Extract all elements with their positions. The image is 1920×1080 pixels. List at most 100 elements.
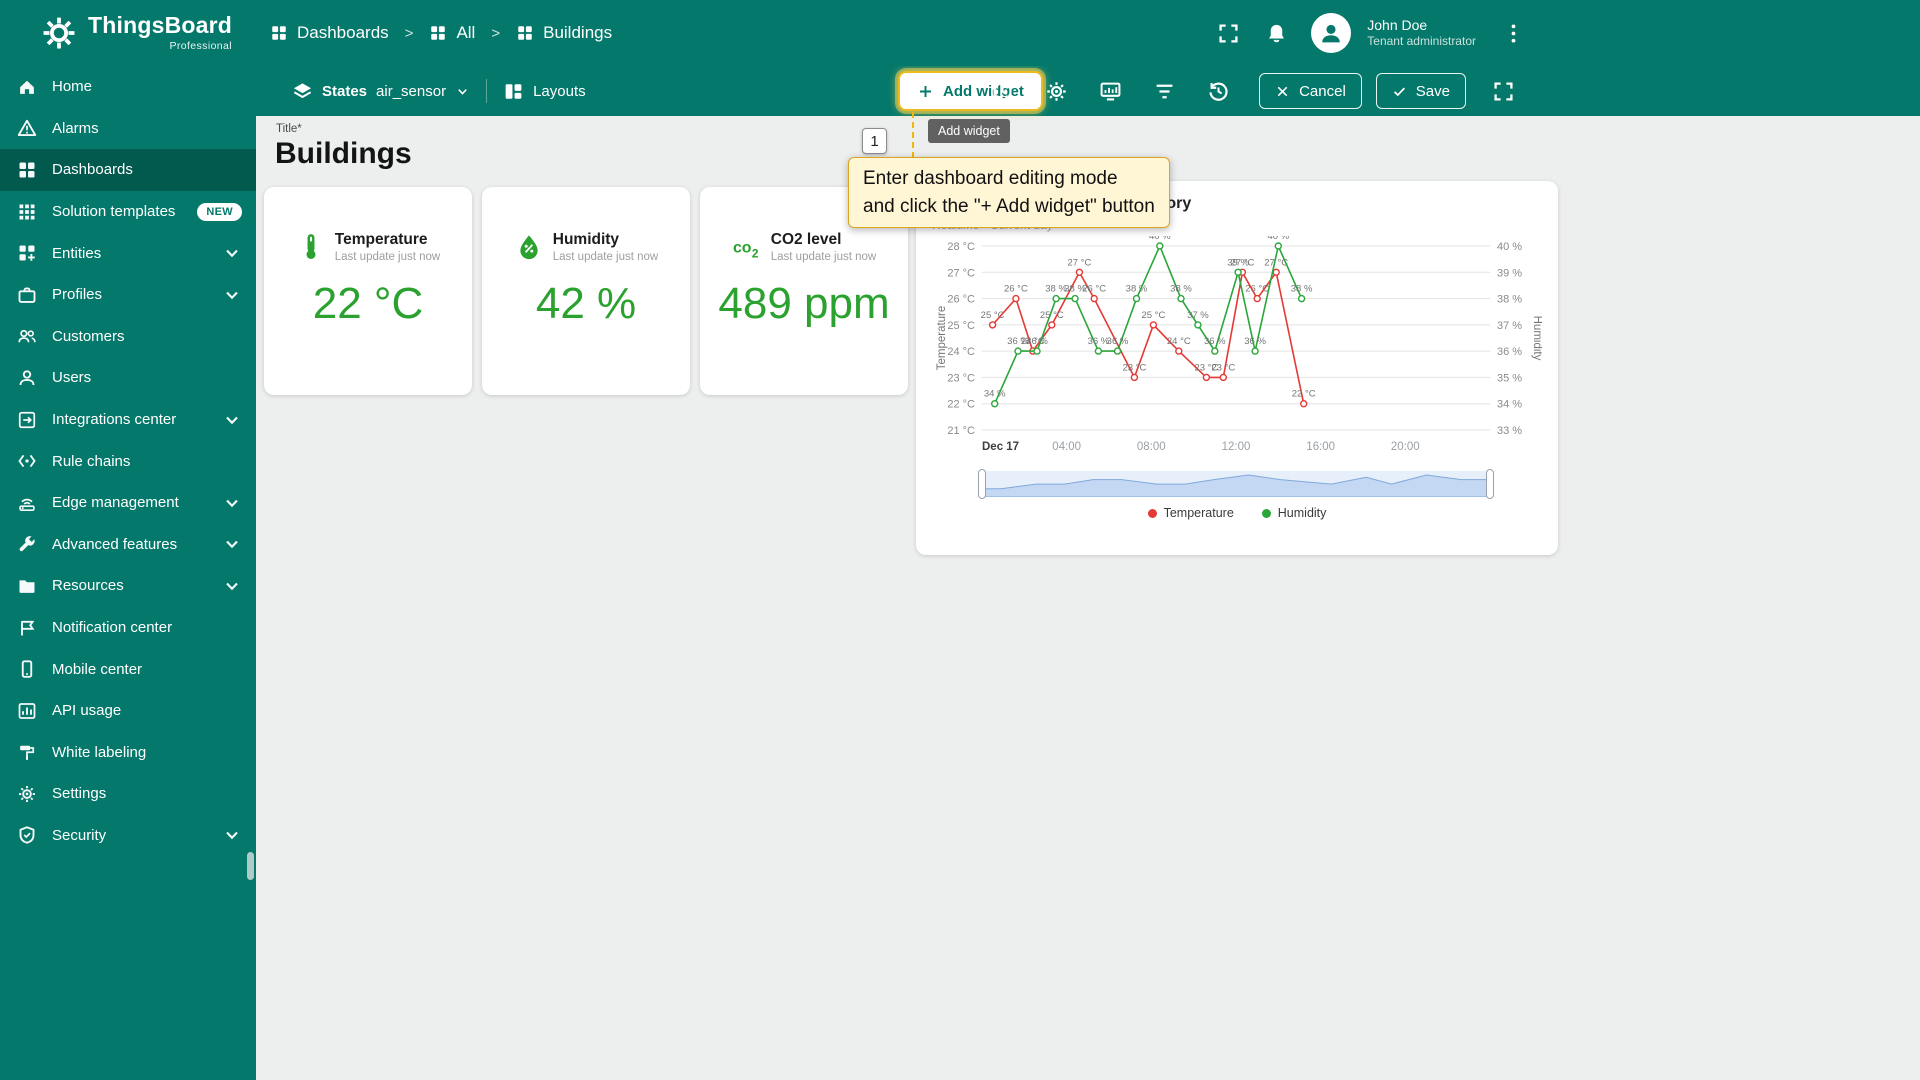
svg-text:40 %: 40 %: [1149, 236, 1171, 242]
svg-text:26 °C: 26 °C: [1245, 284, 1269, 295]
app-header: ThingsBoard Professional Dashboards > Al…: [0, 0, 1920, 66]
sidebar-item-profiles[interactable]: Profiles: [0, 274, 256, 316]
app-logo[interactable]: ThingsBoard Professional: [0, 14, 240, 52]
svg-text:36 %: 36 %: [1204, 336, 1226, 347]
svg-text:26 °C: 26 °C: [1004, 284, 1028, 295]
wrench-icon: [17, 534, 37, 554]
version-history-button[interactable]: [1197, 70, 1239, 112]
filter-icon: [1153, 80, 1176, 103]
layouts-button[interactable]: Layouts: [503, 81, 586, 102]
widget-subtitle: Last update just now: [770, 251, 877, 263]
svg-text:35 %: 35 %: [1497, 372, 1522, 384]
sidebar-item-rule-chains[interactable]: Rule chains: [0, 440, 256, 482]
rule-chains-icon: [17, 451, 37, 471]
clock-icon: [991, 80, 1014, 103]
sidebar-item-users[interactable]: Users: [0, 357, 256, 399]
fullscreen-button[interactable]: [1207, 12, 1249, 54]
humidity-value: 42 %: [535, 279, 637, 328]
legend-temperature[interactable]: Temperature: [1147, 506, 1234, 520]
breadcrumb-item-dashboards[interactable]: Dashboards: [270, 23, 389, 43]
toolbar-fullscreen-button[interactable]: [1482, 70, 1524, 112]
sidebar-item-notification-center[interactable]: Notification center: [0, 607, 256, 649]
time-range-scrollbar[interactable]: [978, 469, 1494, 499]
save-button[interactable]: Save: [1375, 73, 1466, 109]
chevron-down-icon: [222, 534, 242, 554]
breadcrumb-label: Buildings: [543, 23, 613, 42]
temperature-dot-icon: [1147, 508, 1157, 518]
sidebar-item-entities[interactable]: Entities: [0, 232, 256, 274]
breadcrumb-item-buildings[interactable]: Buildings: [516, 23, 612, 43]
check-icon: [1392, 84, 1407, 99]
sidebar-item-advanced-features[interactable]: Advanced features: [0, 524, 256, 566]
filters-button[interactable]: [1143, 70, 1185, 112]
notifications-button[interactable]: [1255, 12, 1297, 54]
humidity-dot-icon: [1261, 508, 1271, 518]
sidebar: Home Alarms Dashboards Solution template…: [0, 66, 256, 1080]
chart-widget-card[interactable]: Temperature and Humidity history Realtim…: [916, 181, 1558, 555]
callout-line-1: Enter dashboard editing mode: [863, 168, 1118, 189]
svg-text:27 °C: 27 °C: [1067, 257, 1091, 268]
callout-step-number: 1: [862, 128, 887, 154]
entity-aliases-button[interactable]: [1089, 70, 1131, 112]
svg-text:20:00: 20:00: [1391, 441, 1420, 453]
states-selector[interactable]: States air_sensor: [292, 81, 470, 102]
svg-text:40 %: 40 %: [1267, 236, 1289, 242]
sidebar-item-api-usage[interactable]: API usage: [0, 690, 256, 732]
toolbar-actions: Cancel Save: [975, 66, 1530, 116]
sidebar-item-home[interactable]: Home: [0, 66, 256, 108]
chevron-down-icon: [222, 493, 242, 513]
breadcrumb-item-all[interactable]: All: [429, 23, 475, 43]
sidebar-item-resources[interactable]: Resources: [0, 565, 256, 607]
range-preview-wave: [982, 474, 1490, 497]
home-icon: [17, 77, 37, 97]
toolbar-divider: [486, 79, 488, 103]
more-menu-button[interactable]: [1492, 12, 1534, 54]
app-edition: Professional: [169, 40, 233, 52]
chevron-down-icon: [222, 285, 242, 305]
breadcrumb-label: All: [456, 23, 476, 42]
svg-text:37 %: 37 %: [1187, 310, 1209, 321]
svg-text:27 °C: 27 °C: [947, 267, 975, 279]
sidebar-scrollbar[interactable]: [247, 852, 254, 880]
legend-humidity[interactable]: Humidity: [1261, 506, 1326, 520]
sidebar-item-white-labeling[interactable]: White labeling: [0, 732, 256, 774]
widget-card-humidity[interactable]: Humidity Last update just now 42 %: [482, 187, 690, 395]
sidebar-item-settings[interactable]: Settings: [0, 773, 256, 815]
widget-title: Humidity: [552, 231, 620, 248]
timewindow-button[interactable]: [981, 70, 1023, 112]
sidebar-item-integrations-center[interactable]: Integrations center: [0, 399, 256, 441]
dashboard-settings-button[interactable]: [1035, 70, 1077, 112]
widget-subtitle: Last update just now: [334, 251, 441, 263]
sidebar-item-mobile-center[interactable]: Mobile center: [0, 648, 256, 690]
dashboards-icon: [429, 24, 447, 42]
close-icon: [1275, 84, 1290, 99]
chevron-down-icon: [455, 84, 470, 99]
svg-text:38 %: 38 %: [1126, 284, 1148, 295]
svg-text:24 °C: 24 °C: [947, 346, 975, 358]
co2-value: 489 ppm: [718, 279, 890, 328]
svg-text:23 °C: 23 °C: [1122, 362, 1146, 373]
breadcrumb-label: Dashboards: [297, 23, 389, 42]
callout-connector-line: [912, 112, 914, 158]
sidebar-item-dashboards[interactable]: Dashboards: [0, 149, 256, 191]
chevron-down-icon: [222, 576, 242, 596]
range-handle-left[interactable]: [978, 469, 986, 499]
cancel-button[interactable]: Cancel: [1259, 73, 1362, 109]
sidebar-item-alarms[interactable]: Alarms: [0, 108, 256, 150]
phone-icon: [17, 659, 37, 679]
sidebar-item-solution-templates[interactable]: Solution templates NEW: [0, 191, 256, 233]
svg-text:39 %: 39 %: [1497, 267, 1522, 279]
sidebar-item-security[interactable]: Security: [0, 815, 256, 857]
sidebar-item-customers[interactable]: Customers: [0, 316, 256, 358]
templates-icon: [17, 202, 37, 222]
avatar[interactable]: [1311, 13, 1352, 53]
temperature-humidity-line-chart[interactable]: 28 °C 40 % 27 °C 39 % 26 °C 38 % 25 °C 37 % 24 °…: [932, 231, 1543, 471]
plus-icon: [917, 83, 934, 100]
range-handle-right[interactable]: [1486, 469, 1494, 499]
widget-card-temperature[interactable]: Temperature Last update just now 22 °C: [264, 187, 472, 395]
sidebar-item-edge-management[interactable]: Edge management: [0, 482, 256, 524]
app-name: ThingsBoard: [88, 12, 233, 38]
user-name: John Doe: [1367, 16, 1428, 33]
svg-text:39 %: 39 %: [1227, 257, 1249, 268]
svg-text:36 %: 36 %: [1497, 346, 1522, 358]
